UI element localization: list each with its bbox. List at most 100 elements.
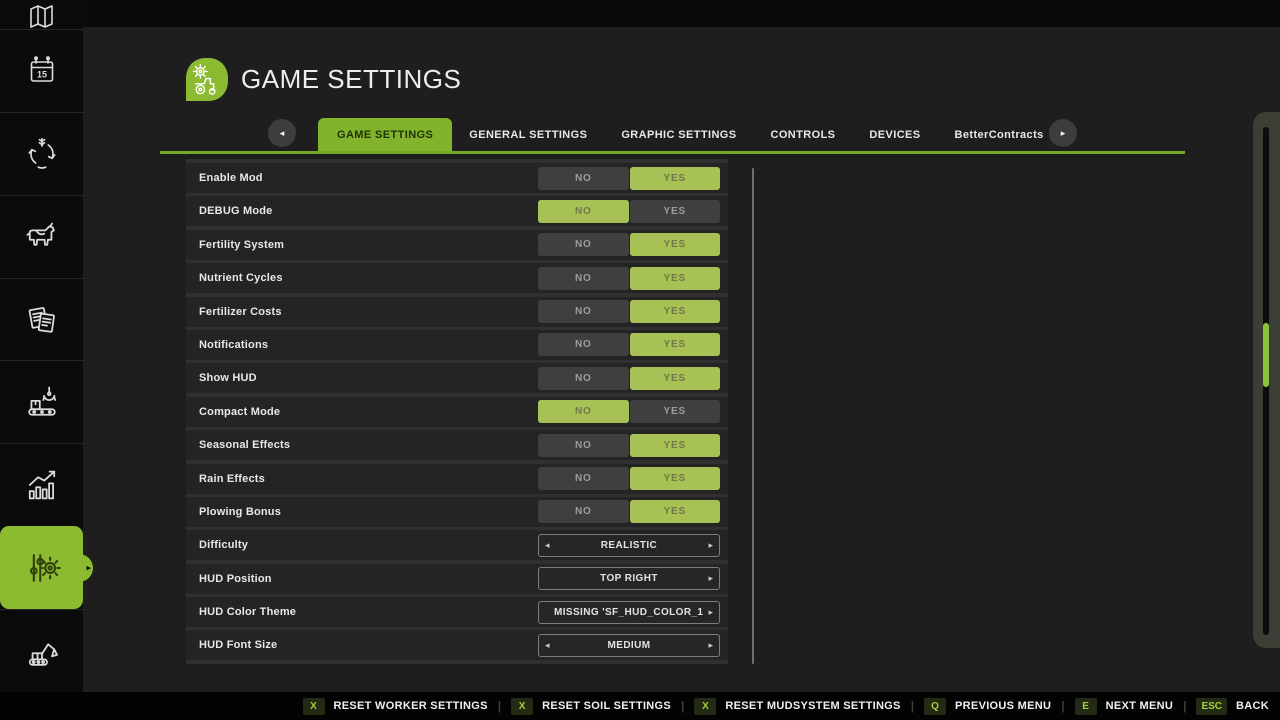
construction-icon (22, 631, 62, 671)
setting-label: Enable Mod (199, 163, 263, 193)
selector-prev-icon[interactable]: ◂ (545, 635, 550, 656)
sidebar-item-crop-rotation[interactable] (0, 112, 83, 195)
sidebar-item-map[interactable] (0, 0, 83, 29)
yes-no-toggle: NOYES (538, 300, 720, 323)
setting-control: NOYES (538, 167, 720, 190)
option-selector[interactable]: MISSING 'SF_HUD_COLOR_1' L..▸ (538, 601, 720, 624)
sidebar-item-animals[interactable] (0, 195, 83, 278)
shortcut-reset-mudsystem-settings[interactable]: X RESET MUDSYSTEM SETTINGS (694, 698, 900, 715)
setting-label: Seasonal Effects (199, 430, 290, 460)
setting-control: MISSING 'SF_HUD_COLOR_1' L..▸ (538, 601, 720, 624)
selector-next-icon[interactable]: ▸ (708, 568, 713, 589)
toggle-no-button[interactable]: NO (538, 300, 629, 323)
sidebar-item-construction[interactable] (0, 609, 83, 692)
shortcut-label: RESET SOIL SETTINGS (542, 700, 671, 712)
tabs-prev-button[interactable]: ◂ (268, 119, 296, 147)
setting-control: NOYES (538, 467, 720, 490)
toggle-no-button[interactable]: NO (538, 367, 629, 390)
tab-controls[interactable]: CONTROLS (754, 118, 853, 151)
selector-next-icon[interactable]: ▸ (708, 635, 713, 656)
toggle-no-button[interactable]: NO (538, 267, 629, 290)
settings-list: Enable ModNOYESDEBUG ModeNOYESFertility … (186, 159, 728, 664)
toggle-yes-button[interactable]: YES (630, 434, 721, 457)
toggle-yes-button[interactable]: YES (630, 200, 721, 223)
setting-row-fertility-system: Fertility SystemNOYES (186, 230, 728, 260)
tab-devices[interactable]: DEVICES (852, 118, 937, 151)
setting-control: ◂MEDIUM▸ (538, 634, 720, 657)
setting-row-compact-mode: Compact ModeNOYES (186, 397, 728, 427)
yes-no-toggle: NOYES (538, 267, 720, 290)
option-selector[interactable]: ◂MEDIUM▸ (538, 634, 720, 657)
toggle-yes-button[interactable]: YES (630, 400, 721, 423)
sidebar: 15 ▸ (0, 0, 83, 692)
top-strip (0, 0, 1280, 27)
toggle-no-button[interactable]: NO (538, 233, 629, 256)
toggle-yes-button[interactable]: YES (630, 500, 721, 523)
setting-row-debug-mode: DEBUG ModeNOYES (186, 196, 728, 226)
shortcut-back[interactable]: ESCBACK (1196, 698, 1269, 715)
toggle-yes-button[interactable]: YES (630, 267, 721, 290)
setting-label: Rain Effects (199, 464, 265, 494)
shortcut-reset-soil-settings[interactable]: X RESET SOIL SETTINGS (511, 698, 671, 715)
toggle-yes-button[interactable]: YES (630, 233, 721, 256)
toggle-no-button[interactable]: NO (538, 434, 629, 457)
tab-underline (160, 151, 1185, 154)
selector-next-icon[interactable]: ▸ (708, 602, 713, 623)
tab-general-settings[interactable]: GENERAL SETTINGS (452, 118, 604, 151)
page-scrollbar-thumb[interactable] (1263, 323, 1269, 387)
toggle-no-button[interactable]: NO (538, 200, 629, 223)
key-badge-x: X (694, 698, 716, 715)
toggle-no-button[interactable]: NO (538, 500, 629, 523)
toggle-no-button[interactable]: NO (538, 333, 629, 356)
list-scrollbar[interactable] (752, 168, 754, 664)
shortcut-label: RESET MUDSYSTEM SETTINGS (725, 700, 900, 712)
selector-value: TOP RIGHT (600, 568, 658, 589)
tab-graphic-settings[interactable]: GRAPHIC SETTINGS (604, 118, 753, 151)
shortcut-label: NEXT MENU (1106, 700, 1173, 712)
setting-row-rain-effects: Rain Effects NOYES (186, 464, 728, 494)
toggle-yes-button[interactable]: YES (630, 300, 721, 323)
setting-row-seasonal-effects: Seasonal Effects NOYES (186, 430, 728, 460)
toggle-no-button[interactable]: NO (538, 167, 629, 190)
tab-game-settings[interactable]: GAME SETTINGS (318, 118, 452, 151)
tab-bar: GAME SETTINGSGENERAL SETTINGSGRAPHIC SET… (318, 118, 1061, 151)
sidebar-item-statistics[interactable] (0, 443, 83, 526)
key-badge-esc: ESC (1196, 698, 1227, 715)
selector-prev-icon[interactable]: ◂ (545, 535, 550, 556)
shortcut-label: PREVIOUS MENU (955, 700, 1051, 712)
tab-bettercontracts[interactable]: BetterContracts (938, 118, 1061, 151)
game-settings-icon (186, 58, 228, 101)
setting-label: Plowing Bonus (199, 497, 281, 527)
setting-label: HUD Font Size (199, 630, 277, 660)
shortcut-reset-worker-settings[interactable]: XRESET WORKER SETTINGS (303, 698, 488, 715)
shortcut-previous-menu[interactable]: QPREVIOUS MENU (924, 698, 1051, 715)
yes-no-toggle: NOYES (538, 200, 720, 223)
key-badge-x: X (511, 698, 533, 715)
toggle-no-button[interactable]: NO (538, 400, 629, 423)
crop-rotation-icon (23, 135, 61, 173)
production-icon (22, 382, 62, 422)
sidebar-item-calendar[interactable]: 15 (0, 29, 83, 112)
sidebar-item-contracts[interactable] (0, 278, 83, 361)
setting-row-plowing-bonus: Plowing Bonus NOYES (186, 497, 728, 527)
chevron-right-icon: ▸ (1061, 128, 1066, 139)
toggle-yes-button[interactable]: YES (630, 167, 721, 190)
tabs-next-button[interactable]: ▸ (1049, 119, 1077, 147)
toggle-yes-button[interactable]: YES (630, 467, 721, 490)
sidebar-item-production[interactable] (0, 360, 83, 443)
selector-next-icon[interactable]: ▸ (708, 535, 713, 556)
toggle-no-button[interactable]: NO (538, 467, 629, 490)
settings-icon (21, 547, 63, 589)
sidebar-item-settings[interactable]: ▸ (0, 526, 83, 609)
separator: | (911, 699, 914, 713)
setting-control: NOYES (538, 500, 720, 523)
option-selector[interactable]: ◂REALISTIC▸ (538, 534, 720, 557)
toggle-yes-button[interactable]: YES (630, 367, 721, 390)
shortcut-next-menu[interactable]: ENEXT MENU (1075, 698, 1173, 715)
toggle-yes-button[interactable]: YES (630, 333, 721, 356)
setting-row-show-hud: Show HUDNOYES (186, 363, 728, 393)
yes-no-toggle: NOYES (538, 434, 720, 457)
yes-no-toggle: NOYES (538, 500, 720, 523)
option-selector[interactable]: TOP RIGHT ▸ (538, 567, 720, 590)
selector-value: MISSING 'SF_HUD_COLOR_1' L.. (554, 602, 704, 623)
